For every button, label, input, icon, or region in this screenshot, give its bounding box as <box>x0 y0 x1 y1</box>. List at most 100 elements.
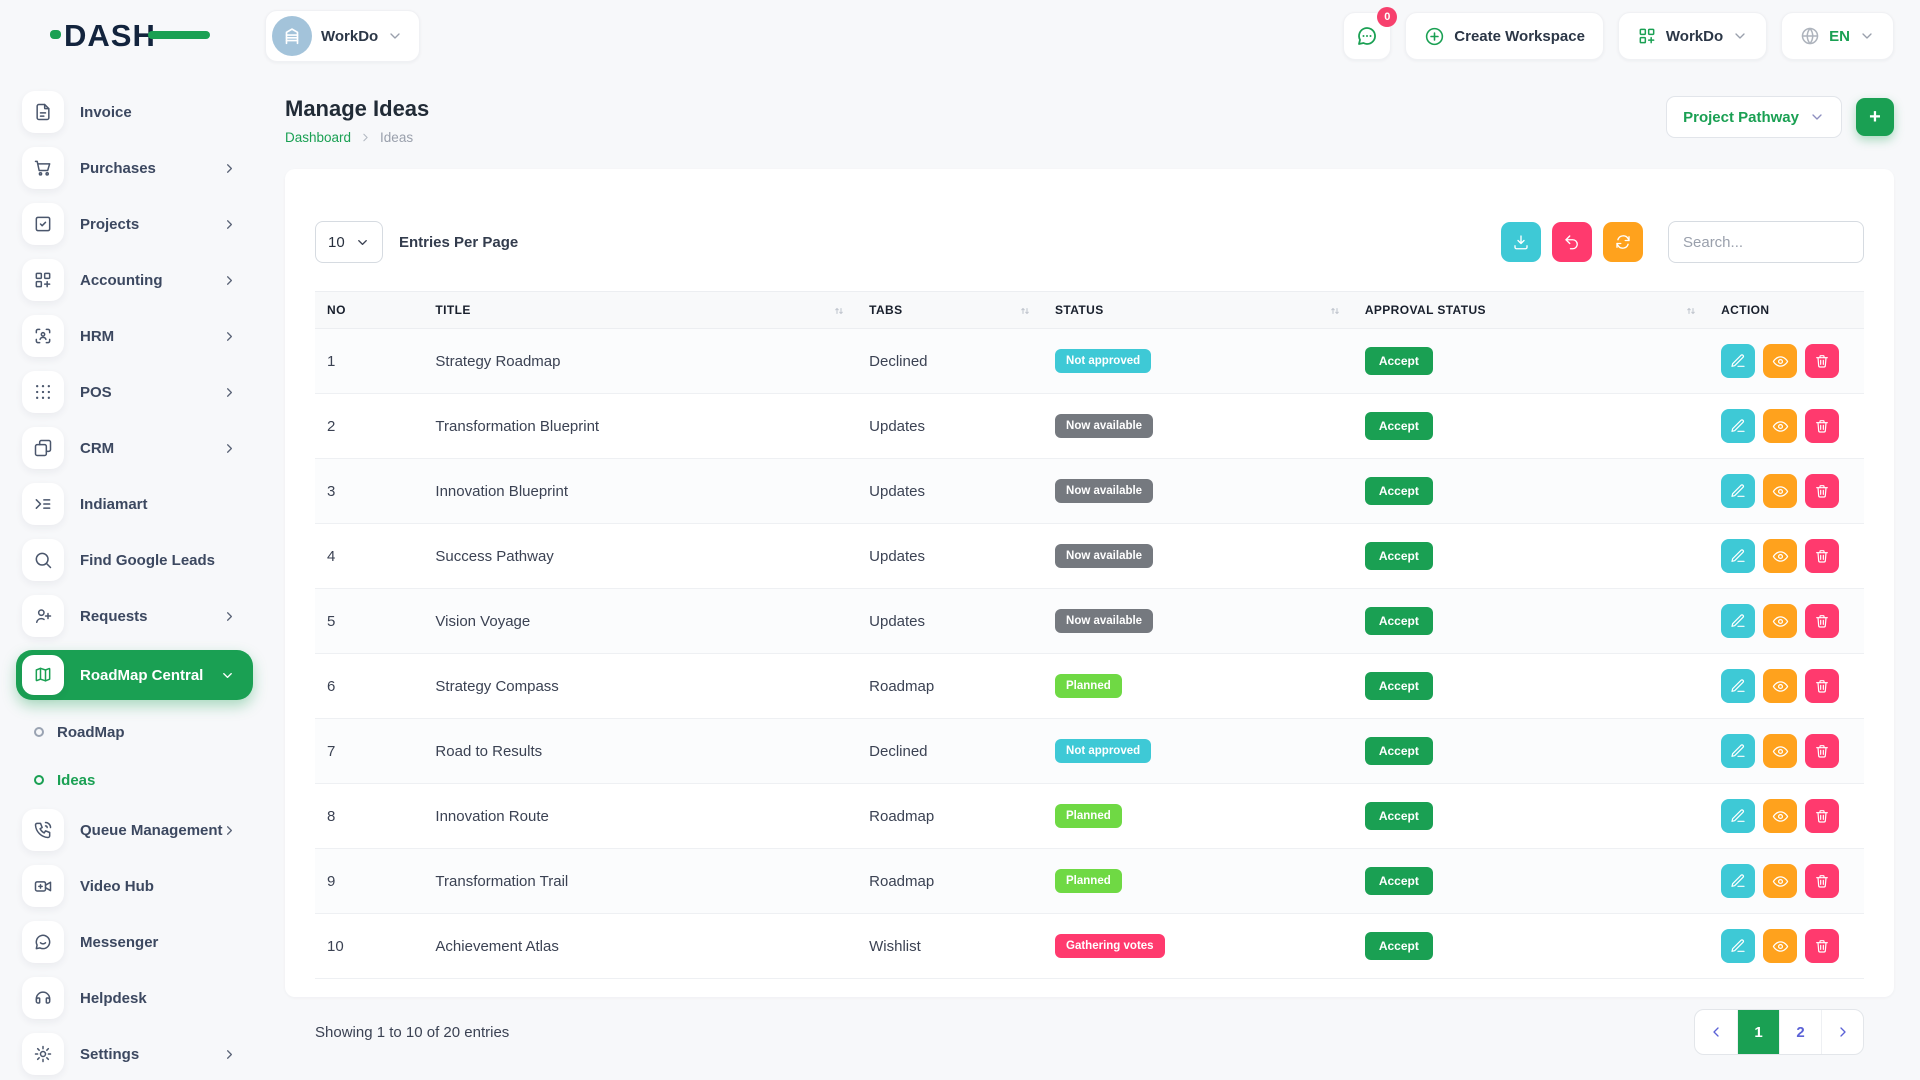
delete-button[interactable] <box>1805 864 1839 898</box>
edit-button[interactable] <box>1721 474 1755 508</box>
pagination-next[interactable] <box>1821 1010 1863 1054</box>
create-workspace-button[interactable]: Create Workspace <box>1405 12 1604 60</box>
pagination-page-1[interactable]: 1 <box>1737 1010 1779 1054</box>
edit-button[interactable] <box>1721 604 1755 638</box>
delete-button[interactable] <box>1805 799 1839 833</box>
add-idea-button[interactable]: + <box>1856 98 1894 136</box>
accept-button[interactable]: Accept <box>1365 672 1433 700</box>
view-button[interactable] <box>1763 929 1797 963</box>
status-badge: Planned <box>1055 674 1122 698</box>
edit-button[interactable] <box>1721 799 1755 833</box>
accept-button[interactable]: Accept <box>1365 737 1433 765</box>
view-button[interactable] <box>1763 539 1797 573</box>
sidebar-item-purchases[interactable]: Purchases <box>22 146 251 190</box>
sidebar-item-label: Helpdesk <box>80 990 147 1007</box>
accept-button[interactable]: Accept <box>1365 477 1433 505</box>
status-badge: Not approved <box>1055 739 1151 763</box>
entries-per-page-select[interactable]: 10 <box>315 221 383 263</box>
sidebar-item-indiamart[interactable]: Indiamart <box>22 482 251 526</box>
trash-icon <box>1814 678 1830 694</box>
breadcrumb-dashboard-link[interactable]: Dashboard <box>285 130 351 145</box>
export-button[interactable] <box>1501 222 1541 262</box>
accept-button[interactable]: Accept <box>1365 607 1433 635</box>
edit-button[interactable] <box>1721 409 1755 443</box>
workdo-menu-button[interactable]: WorkDo <box>1618 12 1767 60</box>
edit-button[interactable] <box>1721 344 1755 378</box>
cell-action <box>1709 589 1864 654</box>
cell-approval: Accept <box>1353 524 1709 589</box>
sidebar-item-projects[interactable]: Projects <box>22 202 251 246</box>
pagination-page-2[interactable]: 2 <box>1779 1010 1821 1054</box>
refresh-button[interactable] <box>1603 222 1643 262</box>
cell-action <box>1709 719 1864 784</box>
delete-button[interactable] <box>1805 409 1839 443</box>
view-button[interactable] <box>1763 734 1797 768</box>
table-footer: Showing 1 to 10 of 20 entries 1 2 <box>315 1009 1864 1055</box>
accept-button[interactable]: Accept <box>1365 347 1433 375</box>
sidebar-item-label: Projects <box>80 216 139 233</box>
cell-no: 4 <box>315 524 423 589</box>
chevron-right-icon <box>222 441 237 456</box>
accept-button[interactable]: Accept <box>1365 802 1433 830</box>
accept-button[interactable]: Accept <box>1365 412 1433 440</box>
view-button[interactable] <box>1763 799 1797 833</box>
sidebar-item-label: CRM <box>80 440 114 457</box>
dash-logo[interactable]: DASH <box>64 18 156 54</box>
edit-button[interactable] <box>1721 864 1755 898</box>
accept-button[interactable]: Accept <box>1365 932 1433 960</box>
column-header-approval-status[interactable]: APPROVAL STATUS <box>1353 292 1709 329</box>
accept-button[interactable]: Accept <box>1365 867 1433 895</box>
sidebar-item-requests[interactable]: Requests <box>22 594 251 638</box>
sidebar-subitem-ideas[interactable]: Ideas <box>34 760 251 800</box>
delete-button[interactable] <box>1805 604 1839 638</box>
edit-button[interactable] <box>1721 539 1755 573</box>
ideas-table-card: 10 Entries Per Page NO TITLE TABS STATUS… <box>285 169 1894 997</box>
chevron-down-icon <box>1732 28 1748 44</box>
sidebar-item-settings[interactable]: Settings <box>22 1032 251 1076</box>
edit-button[interactable] <box>1721 929 1755 963</box>
row-actions <box>1721 604 1852 638</box>
sidebar-item-messenger[interactable]: Messenger <box>22 920 251 964</box>
project-selector[interactable]: Project Pathway <box>1666 96 1842 138</box>
column-header-status[interactable]: STATUS <box>1043 292 1353 329</box>
delete-button[interactable] <box>1805 539 1839 573</box>
delete-button[interactable] <box>1805 669 1839 703</box>
column-header-tabs[interactable]: TABS <box>857 292 1043 329</box>
sidebar-item-find-google-leads[interactable]: Find Google Leads <box>22 538 251 582</box>
pagination-prev[interactable] <box>1695 1010 1737 1054</box>
sidebar-item-queue-management[interactable]: Queue Management <box>22 808 251 852</box>
undo-button[interactable] <box>1552 222 1592 262</box>
delete-button[interactable] <box>1805 344 1839 378</box>
view-button[interactable] <box>1763 474 1797 508</box>
workspace-selector[interactable]: WorkDo <box>265 10 420 62</box>
sidebar-subitem-roadmap[interactable]: RoadMap <box>34 712 251 752</box>
delete-button[interactable] <box>1805 474 1839 508</box>
column-header-title[interactable]: TITLE <box>423 292 857 329</box>
sidebar-item-accounting[interactable]: Accounting <box>22 258 251 302</box>
search-input[interactable] <box>1668 221 1864 263</box>
view-button[interactable] <box>1763 344 1797 378</box>
language-selector[interactable]: EN <box>1781 12 1894 60</box>
sidebar-item-video-hub[interactable]: Video Hub <box>22 864 251 908</box>
sidebar-item-roadmap-central[interactable]: RoadMap Central <box>16 650 253 700</box>
refresh-icon <box>1614 233 1632 251</box>
edit-button[interactable] <box>1721 734 1755 768</box>
delete-button[interactable] <box>1805 734 1839 768</box>
view-button[interactable] <box>1763 669 1797 703</box>
table-row: 2 Transformation Blueprint Updates Now a… <box>315 394 1864 459</box>
cell-approval: Accept <box>1353 914 1709 979</box>
messages-count-badge: 0 <box>1377 7 1397 27</box>
eye-icon <box>1772 483 1789 500</box>
sidebar-item-crm[interactable]: CRM <box>22 426 251 470</box>
sidebar-item-pos[interactable]: POS <box>22 370 251 414</box>
sidebar-item-helpdesk[interactable]: Helpdesk <box>22 976 251 1020</box>
view-button[interactable] <box>1763 409 1797 443</box>
accept-button[interactable]: Accept <box>1365 542 1433 570</box>
delete-button[interactable] <box>1805 929 1839 963</box>
messages-button[interactable]: 0 <box>1343 12 1391 60</box>
edit-button[interactable] <box>1721 669 1755 703</box>
sidebar-item-hrm[interactable]: HRM <box>22 314 251 358</box>
sidebar-item-invoice[interactable]: Invoice <box>22 90 251 134</box>
view-button[interactable] <box>1763 864 1797 898</box>
view-button[interactable] <box>1763 604 1797 638</box>
